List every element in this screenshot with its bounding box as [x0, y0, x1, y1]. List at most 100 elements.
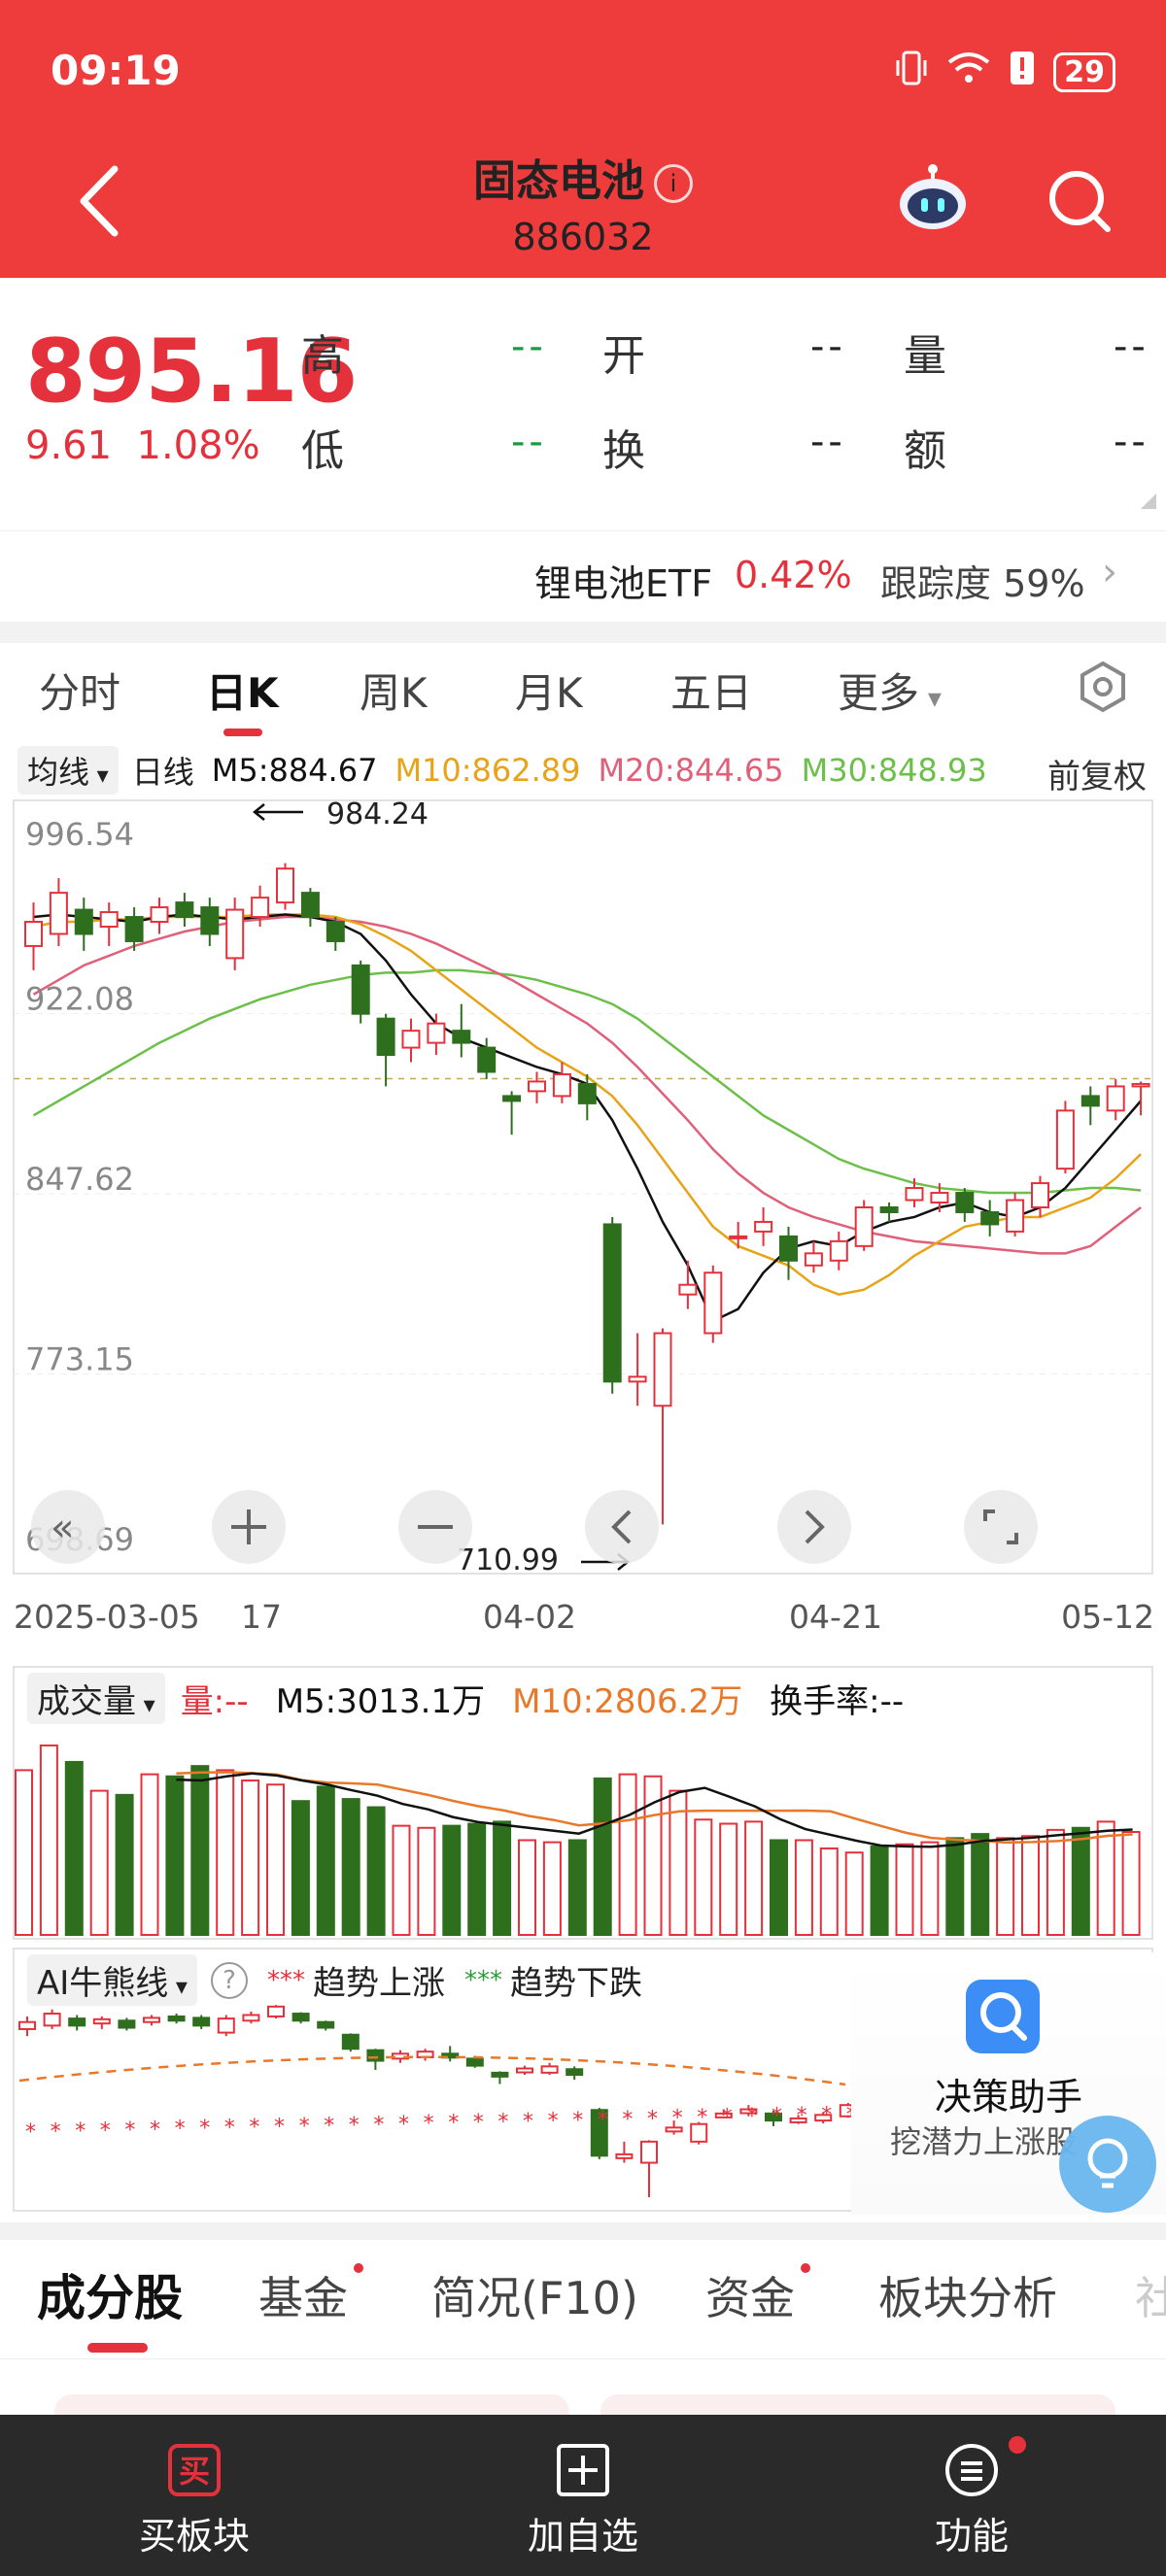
volume-bar [945, 1837, 965, 1936]
price-change: 9.61 1.08% [25, 424, 260, 468]
chevron-right-icon[interactable]: › [1102, 550, 1117, 594]
scroll-right-button[interactable] [777, 1490, 851, 1564]
price-tick: 773.15 [25, 1341, 134, 1378]
volume-dropdown[interactable]: 成交量 ▾ [27, 1673, 165, 1724]
ai-candle-body [292, 2013, 310, 2022]
amount-label: 额 [904, 426, 946, 476]
ai-candle-body [366, 2049, 385, 2062]
ai-star: * [448, 2112, 459, 2136]
volume-bar [64, 1760, 84, 1937]
candle-body [452, 1030, 471, 1044]
ai-dropdown[interactable]: AI牛熊线 ▾ [27, 1954, 197, 2006]
volume-bar [844, 1851, 864, 1936]
ai-star: * [647, 2107, 658, 2131]
volume-ma5: M5:3013.1万 [275, 1682, 486, 1721]
open-value: -- [810, 324, 846, 369]
volume-bar [593, 1777, 612, 1936]
divider [0, 622, 1166, 643]
candle-body [49, 892, 68, 935]
ai-star: * [150, 2118, 160, 2142]
etf-name[interactable]: 锂电池ETF [534, 554, 712, 607]
search-icon[interactable] [1046, 167, 1114, 235]
volume-bar [266, 1783, 285, 1936]
turnover-rate: 换手率:-- [770, 1682, 905, 1721]
amount-value: -- [1114, 420, 1149, 464]
ai-star: * [672, 2107, 683, 2131]
ai-candle-body [18, 2020, 36, 2030]
assistant-title: 决策助手 [934, 2076, 1082, 2118]
low-label: 低 [301, 426, 344, 476]
tab-more[interactable]: 更多 ▾ [838, 661, 942, 720]
candle-body [502, 1095, 522, 1102]
expand-corner-icon[interactable] [1139, 491, 1158, 511]
ai-star: * [697, 2106, 707, 2130]
tab-daily-k[interactable]: 日K [206, 661, 279, 720]
decision-assistant-card[interactable]: 决策助手 挖潜力上涨股 [851, 1952, 1166, 2215]
ai-star: * [324, 2114, 334, 2138]
ai-candle-body [341, 2033, 360, 2051]
assistant-subtitle: 挖潜力上涨股 [890, 2123, 1078, 2160]
ai-star: * [821, 2103, 832, 2127]
ma-dropdown[interactable]: 均线 ▾ [17, 746, 119, 795]
tab-sector-analysis[interactable]: 板块分析 [878, 2263, 1057, 2327]
volume-ma10: M10:2806.2万 [512, 1682, 743, 1721]
tab-f10[interactable]: 简况(F10) [431, 2263, 638, 2327]
ai-star: * [473, 2111, 484, 2135]
ai-button-label: AI牛熊线 [37, 1964, 169, 2003]
nav-label: 功能 [934, 2515, 1009, 2558]
info-icon[interactable]: i [654, 164, 693, 203]
volume-bar [870, 1845, 889, 1936]
tab-weekly-k[interactable]: 周K [360, 661, 428, 720]
volume-bar [241, 1779, 260, 1936]
help-icon[interactable]: ? [210, 1961, 248, 1999]
tab-capital[interactable]: 资金 [705, 2263, 795, 2327]
volume-bar [794, 1839, 813, 1936]
tab-constituents[interactable]: 成分股 [37, 2259, 183, 2329]
lightbulb-button[interactable] [1059, 2116, 1156, 2213]
notification-dot [1009, 2436, 1026, 2454]
chart-settings-icon[interactable] [1077, 661, 1129, 713]
volume-bar [542, 1841, 562, 1936]
candle-body [351, 964, 370, 1015]
ai-candle-body [192, 2017, 211, 2027]
ai-candle [118, 2017, 136, 2031]
tab-monthly-k[interactable]: 月K [515, 661, 583, 720]
candle-body [577, 1082, 597, 1104]
divider [0, 2222, 1166, 2240]
ai-candle-body [540, 2065, 559, 2074]
date-tick: 04-02 [483, 1598, 576, 1636]
tab-five-day[interactable]: 五日 [670, 661, 752, 720]
candle-body [879, 1205, 899, 1213]
change-value: 9.61 [25, 424, 113, 468]
candle-body [300, 892, 320, 919]
fullscreen-button[interactable] [964, 1490, 1038, 1564]
ai-star: * [175, 2118, 186, 2142]
notification-dot [354, 2263, 363, 2273]
candle-body [200, 906, 220, 935]
etf-change: 0.42% [735, 554, 852, 596]
scroll-left-button[interactable] [585, 1490, 659, 1564]
ai-candle-body [92, 2017, 111, 2025]
tab-funds[interactable]: 基金 [258, 2263, 348, 2327]
ai-star: * [797, 2104, 807, 2128]
tab-active-indicator [87, 2343, 148, 2353]
adjust-toggle[interactable]: 前复权 [1047, 750, 1147, 797]
robot-assistant-icon[interactable] [894, 161, 972, 239]
candle-body [150, 906, 169, 924]
volume-bar [567, 1839, 587, 1936]
volume-value: -- [1114, 324, 1149, 369]
tab-more-clipped[interactable]: 社 [1135, 2263, 1166, 2327]
candle-body [1055, 1109, 1075, 1170]
tab-intraday[interactable]: 分时 [39, 661, 120, 720]
nav-buy-sector[interactable]: 买 买板块 [87, 2442, 301, 2559]
nav-functions[interactable]: 功能 [865, 2442, 1079, 2559]
ai-candle-body [566, 2068, 584, 2077]
ai-candle-body [118, 2019, 136, 2029]
nav-label: 买板块 [138, 2515, 250, 2558]
open-label: 开 [602, 331, 645, 381]
nav-add-watchlist[interactable]: 加自选 [476, 2442, 690, 2559]
ma-button-label: 均线 [27, 754, 90, 791]
candle-body [829, 1239, 848, 1262]
ai-candle-body [465, 2057, 484, 2067]
volume-bar [719, 1822, 738, 1937]
